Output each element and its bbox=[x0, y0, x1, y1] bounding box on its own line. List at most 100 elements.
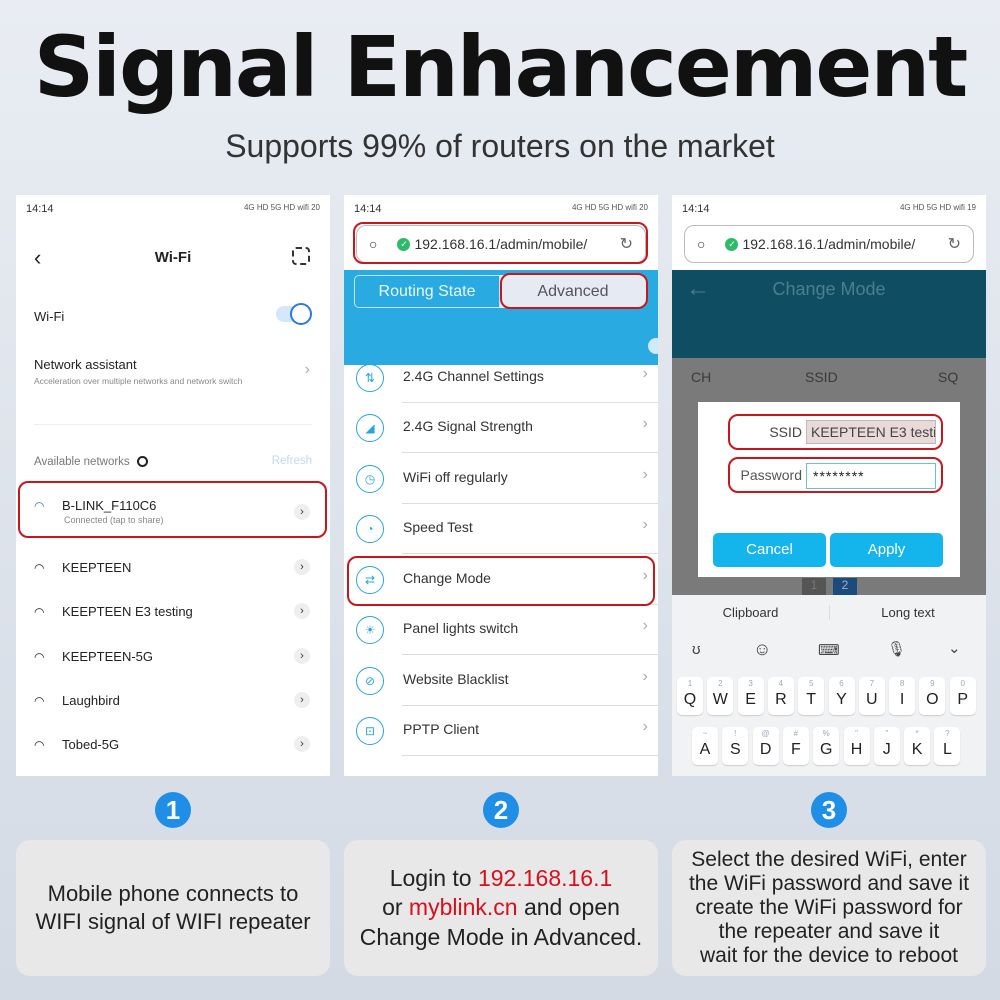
network-item[interactable]: ◠ Laughbird bbox=[34, 693, 312, 708]
cancel-button[interactable]: Cancel bbox=[713, 533, 826, 567]
watch-icon: ◷ bbox=[356, 465, 384, 493]
reload-icon: ↻ bbox=[947, 236, 961, 253]
key-y[interactable]: 6Y bbox=[828, 677, 855, 715]
key-d[interactable]: @ D bbox=[752, 727, 779, 765]
menu-item[interactable]: ◢ 2.4G Signal Strength › bbox=[356, 403, 658, 453]
shield-check-icon: ✓ bbox=[725, 237, 739, 251]
refresh-button[interactable]: Refresh bbox=[272, 455, 312, 467]
chevron-down-icon[interactable]: ⌄ bbox=[948, 639, 961, 657]
wifi-label: Wi-Fi bbox=[34, 309, 65, 324]
step-number: 2 bbox=[483, 792, 519, 828]
clipboard-button[interactable]: Clipboard bbox=[672, 605, 829, 620]
speedometer-icon: ◔ bbox=[356, 515, 384, 543]
wifi-icon: ◠ bbox=[34, 694, 45, 708]
key-k[interactable]: * K bbox=[904, 727, 931, 765]
page-button[interactable]: 2 bbox=[833, 578, 857, 595]
status-icons: 4G HD 5G HD wifi 19 bbox=[899, 203, 976, 212]
network-item[interactable]: ◠ KEEPTEEN-5G bbox=[34, 649, 312, 664]
screen-title: Wi-Fi bbox=[154, 249, 192, 266]
scroll-handle[interactable] bbox=[648, 338, 658, 354]
keyboard: Clipboard Long text ʊ ☺ ⌨ 🎙 ⌄ 1Q2W3E4R5T… bbox=[672, 595, 986, 776]
chevron-right-icon[interactable]: › bbox=[294, 504, 310, 520]
chevron-right-icon[interactable]: › bbox=[294, 736, 310, 752]
highlight-box bbox=[500, 273, 648, 309]
menu-item[interactable]: ⊘ Website Blacklist › bbox=[356, 656, 658, 706]
wifi-icon: ◠ bbox=[34, 561, 45, 575]
menu-item[interactable]: ☀ Panel lights switch › bbox=[356, 605, 658, 655]
long-text-button[interactable]: Long text bbox=[829, 605, 986, 620]
key-p[interactable]: 0P bbox=[949, 677, 976, 715]
network-item[interactable]: ◠ KEEPTEEN bbox=[34, 560, 312, 575]
network-item[interactable]: ◠ KEEPTEEN E3 testing bbox=[34, 604, 312, 619]
highlight-box bbox=[728, 457, 943, 493]
key-a[interactable]: ~ A bbox=[692, 727, 718, 765]
key-e[interactable]: 3E bbox=[737, 677, 764, 715]
chevron-right-icon[interactable]: › bbox=[294, 648, 310, 664]
microphone-icon[interactable]: 🎙 bbox=[887, 640, 906, 658]
page-button[interactable]: 1 bbox=[802, 578, 826, 595]
chevron-right-icon: › bbox=[304, 361, 310, 378]
blacklist-shield-icon: ⊘ bbox=[356, 667, 384, 695]
tab-routing-state[interactable]: Routing State bbox=[354, 275, 500, 308]
network-item[interactable]: ◠ B-LINK_F110C6 bbox=[34, 498, 312, 513]
menu-item[interactable]: ⊡ PPTP Client › bbox=[356, 706, 658, 756]
step-1-description: Mobile phone connects to WIFI signal of W… bbox=[16, 840, 330, 976]
menu-item[interactable]: ⇅ 2.4G Channel Settings › bbox=[356, 353, 658, 403]
key-q[interactable]: 1Q bbox=[677, 677, 703, 715]
key-t[interactable]: 5T bbox=[798, 677, 825, 715]
status-icons: 4G HD 5G HD wifi 20 bbox=[243, 203, 320, 212]
wifi-toggle[interactable] bbox=[276, 303, 312, 325]
status-icons: 4G HD 5G HD wifi 20 bbox=[571, 203, 648, 212]
network-status: Connected (tap to share) bbox=[64, 515, 164, 525]
key-o[interactable]: 9O bbox=[919, 677, 946, 715]
url-bar[interactable]: ○ ✓ 192.168.16.1/admin/mobile/↻ bbox=[684, 225, 974, 263]
column-header: SSID bbox=[805, 369, 838, 385]
router-admin-screen: 14:14 4G HD 5G HD wifi 20 ○ ✓ 192.168.16.1/… bbox=[344, 195, 658, 776]
column-header: SQ bbox=[938, 369, 959, 385]
key-i[interactable]: 8I bbox=[889, 677, 916, 715]
column-header: CH bbox=[691, 369, 712, 385]
domain: myblink.cn bbox=[408, 894, 518, 921]
key-h[interactable]: " H bbox=[843, 727, 870, 765]
chevron-right-icon[interactable]: › bbox=[294, 559, 310, 575]
highlight-box bbox=[347, 556, 655, 606]
network-assistant-title[interactable]: Network assistant bbox=[34, 357, 312, 372]
emoji-icon[interactable]: ☺ bbox=[753, 639, 771, 660]
status-time: 14:14 bbox=[26, 203, 54, 215]
key-w[interactable]: 2W bbox=[707, 677, 734, 715]
key-s[interactable]: ! S bbox=[722, 727, 749, 765]
apply-button[interactable]: Apply bbox=[830, 533, 943, 567]
change-mode-screen: 14:14 4G HD 5G HD wifi 19 ○ ✓ 192.168.16.1/… bbox=[672, 195, 986, 776]
keyboard-icon[interactable]: ⌨ bbox=[818, 641, 840, 659]
network-item[interactable]: ◠ Tobed-5G bbox=[34, 737, 312, 752]
network-assistant-desc: Acceleration over multiple networks and … bbox=[34, 376, 243, 386]
chevron-right-icon[interactable]: › bbox=[294, 692, 310, 708]
wifi-icon: ◠ bbox=[34, 738, 45, 752]
signal-icon: ◢ bbox=[356, 414, 384, 442]
key-j[interactable]: " J bbox=[873, 727, 900, 765]
key-f[interactable]: # F bbox=[782, 727, 809, 765]
highlight-box bbox=[728, 414, 943, 450]
menu-item[interactable]: ◷ WiFi off regularly › bbox=[356, 454, 658, 504]
channel-icon: ⇅ bbox=[356, 364, 384, 392]
key-r[interactable]: 4R bbox=[767, 677, 794, 715]
divider bbox=[34, 424, 312, 425]
available-networks-label: Available networks bbox=[34, 456, 312, 468]
page-subtitle: Supports 99% of routers on the market bbox=[225, 128, 775, 164]
screen-title: Change Mode bbox=[772, 279, 886, 299]
loading-icon bbox=[136, 456, 148, 468]
wifi-icon: ◠ bbox=[34, 650, 45, 664]
key-l[interactable]: ? L bbox=[934, 727, 961, 765]
wifi-lock-icon: ◠ bbox=[34, 605, 45, 619]
menu-item[interactable]: ◔ Speed Test › bbox=[356, 504, 658, 554]
scan-icon[interactable] bbox=[292, 247, 310, 265]
page-title: Signal Enhancement bbox=[33, 18, 969, 116]
key-u[interactable]: 7U bbox=[858, 677, 885, 715]
lightbulb-icon: ☀ bbox=[356, 616, 384, 644]
chevron-right-icon[interactable]: › bbox=[294, 603, 310, 619]
search-icon: ○ bbox=[697, 236, 706, 252]
step-3-description: Select the desired WiFi, enter the WiFi p… bbox=[672, 840, 986, 976]
sticker-icon[interactable]: ʊ bbox=[692, 641, 701, 658]
wifi-settings-screen: 14:14 4G HD 5G HD wifi 20 ‹ Wi-Fi Wi-Fi N… bbox=[16, 195, 330, 776]
key-g[interactable]: % G bbox=[813, 727, 840, 765]
